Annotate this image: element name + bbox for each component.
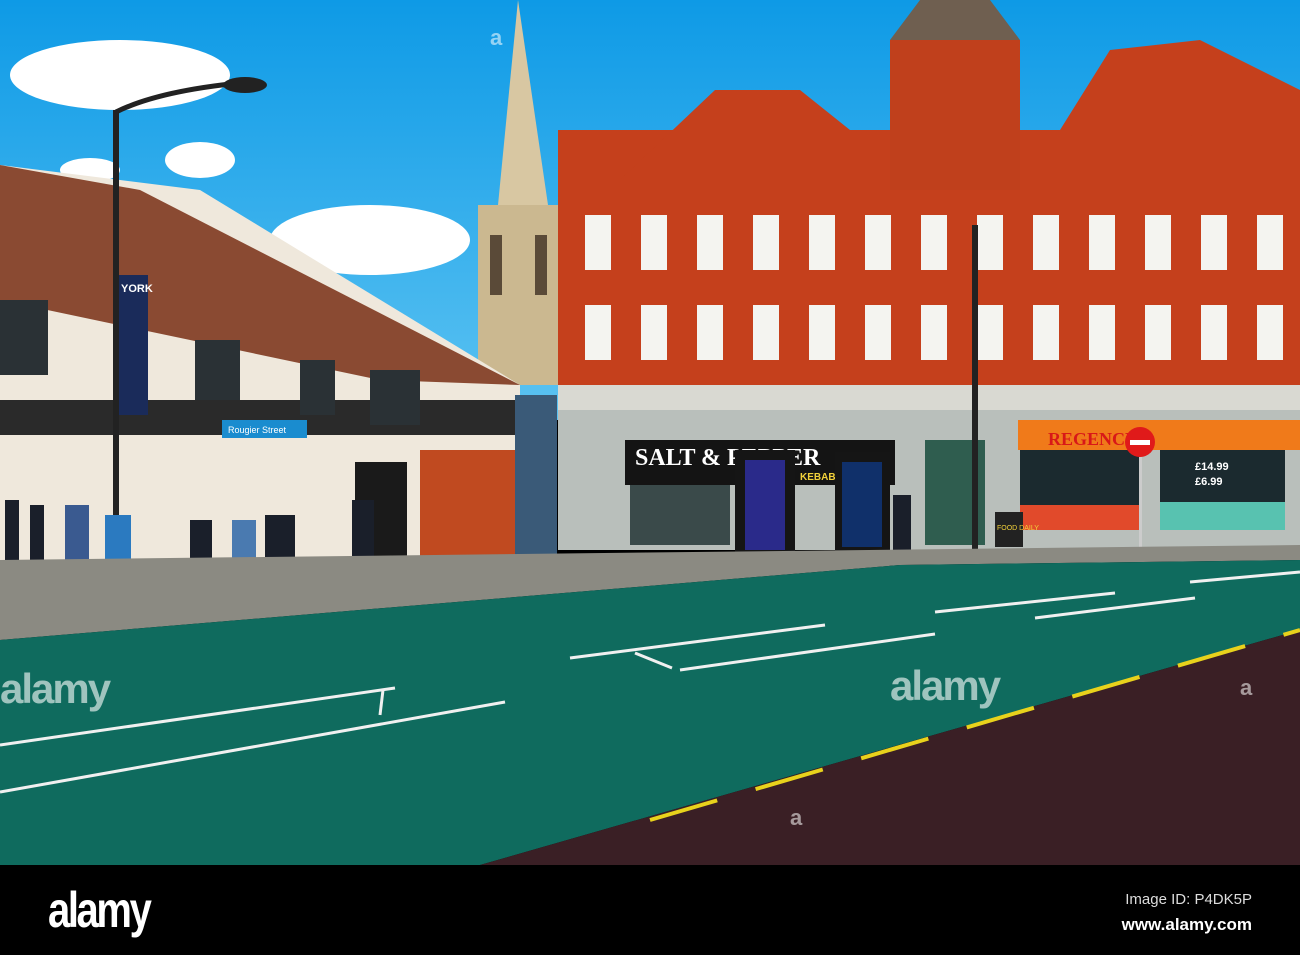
sandwich-board: FOOD DAILY xyxy=(997,525,1039,532)
window xyxy=(977,305,1003,360)
window xyxy=(1201,215,1227,270)
window xyxy=(977,215,1003,270)
price-label: £6.99 xyxy=(1195,476,1223,488)
window xyxy=(865,305,891,360)
window xyxy=(921,305,947,360)
image-id: Image ID: P4DK5P xyxy=(1125,891,1252,908)
window xyxy=(1033,215,1059,270)
watermark: alamy xyxy=(890,662,1001,709)
website-link[interactable]: www.alamy.com xyxy=(1122,915,1252,935)
shop-sign-regency: REGENCY xyxy=(1048,429,1138,449)
window xyxy=(1145,215,1171,270)
shops-row: SALT & PEPPER KEBABS REGENCY £14.99 £6.9… xyxy=(558,410,1300,552)
window xyxy=(1089,215,1115,270)
window xyxy=(809,305,835,360)
window xyxy=(1257,305,1283,360)
window xyxy=(1033,305,1059,360)
bus-stop-sign: Rougier Street xyxy=(228,425,287,435)
window xyxy=(753,305,779,360)
window xyxy=(585,215,611,270)
window xyxy=(1257,215,1283,270)
window xyxy=(641,215,667,270)
price-label: £14.99 xyxy=(1195,461,1229,473)
window xyxy=(697,215,723,270)
york-banner: YORK xyxy=(121,283,153,295)
watermark-mark: a xyxy=(490,25,503,50)
alamy-logo[interactable]: alamy xyxy=(48,881,152,939)
street-photo: SALT & PEPPER KEBABS REGENCY £14.99 £6.9… xyxy=(0,0,1300,865)
window xyxy=(921,215,947,270)
window xyxy=(697,305,723,360)
watermark: alamy xyxy=(0,665,111,712)
watermark-mark: a xyxy=(1240,675,1253,700)
window xyxy=(865,215,891,270)
window xyxy=(753,215,779,270)
window xyxy=(809,215,835,270)
window xyxy=(1089,305,1115,360)
window xyxy=(1201,305,1227,360)
window xyxy=(585,305,611,360)
watermark-mark: a xyxy=(790,805,803,830)
window xyxy=(1145,305,1171,360)
footer-bar: alamy Image ID: P4DK5P www.alamy.com xyxy=(0,865,1300,955)
window xyxy=(641,305,667,360)
